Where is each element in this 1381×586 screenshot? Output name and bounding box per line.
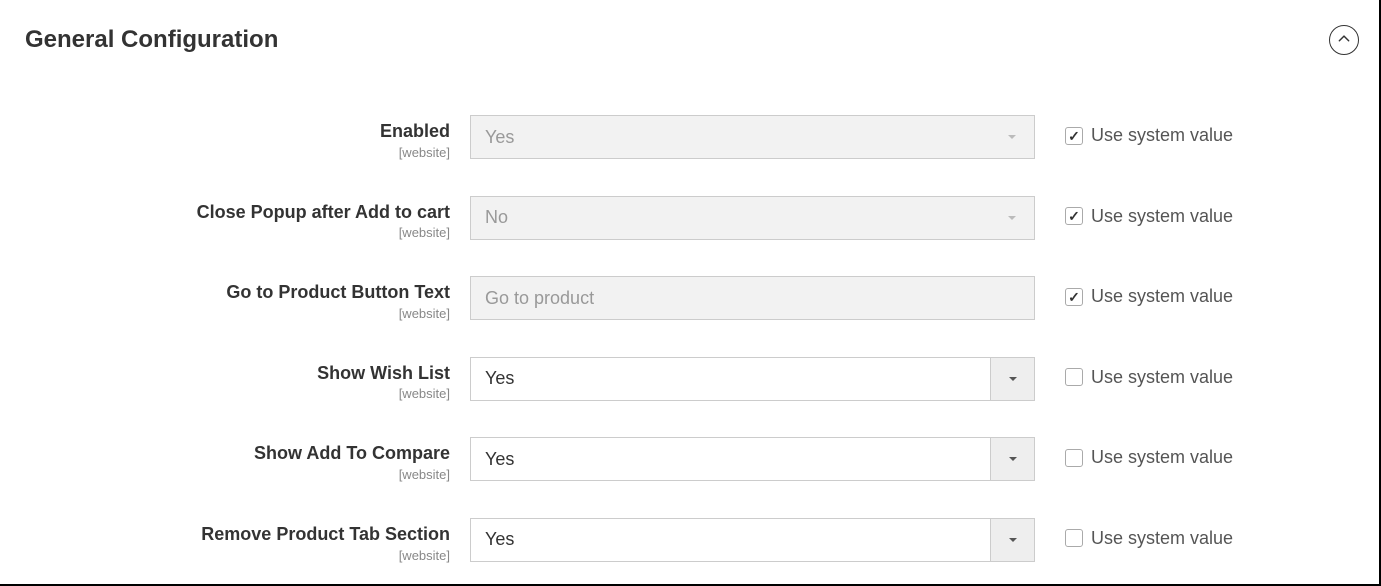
- section-title: General Configuration: [25, 26, 278, 54]
- use-system-value-label[interactable]: Use system value: [1091, 447, 1233, 468]
- collapse-toggle-button[interactable]: [1329, 25, 1359, 55]
- field-label-col: Go to Product Button Text [website]: [25, 276, 470, 321]
- form-row-show-wish-list: Show Wish List[website]YesUse system val…: [25, 357, 1359, 402]
- field-scope: [website]: [25, 386, 450, 401]
- field-label-col: Enabled [website]: [25, 115, 470, 160]
- show-wish-list-select[interactable]: Yes: [470, 357, 1035, 401]
- field-scope: [website]: [25, 467, 450, 482]
- field-label-col: Show Wish List[website]: [25, 357, 470, 402]
- use-system-value-wrap: Use system value: [1035, 518, 1233, 549]
- use-system-value-wrap: Use system value: [1035, 196, 1233, 227]
- enabled-select: Yes: [470, 115, 1035, 159]
- use-system-value-wrap: Use system value: [1035, 276, 1233, 307]
- chevron-down-icon: [990, 116, 1034, 158]
- field-label-col: Close Popup after Add to cart[website]: [25, 196, 470, 241]
- remove-product-tab-section-select[interactable]: Yes: [470, 518, 1035, 562]
- field-input-col: Yes: [470, 518, 1035, 562]
- field-scope: [website]: [25, 225, 450, 240]
- use-system-value-wrap: Use system value: [1035, 437, 1233, 468]
- field-label-col: Remove Product Tab Section [website]: [25, 518, 470, 563]
- field-label: Remove Product Tab Section: [25, 524, 450, 546]
- use-system-value-label[interactable]: Use system value: [1091, 528, 1233, 549]
- form-row-enabled: Enabled [website] Yes Use system value: [25, 115, 1359, 160]
- field-label: Show Wish List: [25, 363, 450, 385]
- use-system-value-checkbox[interactable]: [1065, 207, 1083, 225]
- section-header: General Configuration: [25, 25, 1359, 55]
- use-system-value-label[interactable]: Use system value: [1091, 367, 1233, 388]
- go-to-product-button-text-input: [470, 276, 1035, 320]
- use-system-value-label[interactable]: Use system value: [1091, 125, 1233, 146]
- field-label: Go to Product Button Text: [25, 282, 450, 304]
- use-system-value-label[interactable]: Use system value: [1091, 206, 1233, 227]
- field-label: Enabled: [25, 121, 450, 143]
- field-label: Show Add To Compare: [25, 443, 450, 465]
- select-value: Yes: [471, 449, 990, 470]
- show-add-to-compare-select[interactable]: Yes: [470, 437, 1035, 481]
- select-value: Yes: [471, 127, 990, 148]
- form-row-close-popup-after-add-to-cart: Close Popup after Add to cart[website]No…: [25, 196, 1359, 241]
- use-system-value-checkbox[interactable]: [1065, 449, 1083, 467]
- field-input-col: [470, 276, 1035, 320]
- use-system-value-wrap: Use system value: [1035, 115, 1233, 146]
- use-system-value-checkbox[interactable]: [1065, 288, 1083, 306]
- select-value: Yes: [471, 529, 990, 550]
- chevron-down-icon: [990, 438, 1034, 480]
- chevron-down-icon: [990, 358, 1034, 400]
- use-system-value-checkbox[interactable]: [1065, 368, 1083, 386]
- form-row-remove-product-tab-section: Remove Product Tab Section [website] Yes Us…: [25, 518, 1359, 563]
- use-system-value-label[interactable]: Use system value: [1091, 286, 1233, 307]
- select-value: Yes: [471, 368, 990, 389]
- field-scope: [website]: [25, 145, 450, 160]
- field-input-col: No: [470, 196, 1035, 240]
- use-system-value-checkbox[interactable]: [1065, 529, 1083, 547]
- field-input-col: Yes: [470, 437, 1035, 481]
- use-system-value-wrap: Use system value: [1035, 357, 1233, 388]
- field-label: Close Popup after Add to cart: [25, 202, 450, 224]
- field-scope: [website]: [25, 548, 450, 563]
- close-popup-after-add-to-cart-select: No: [470, 196, 1035, 240]
- form-rows: Enabled [website] Yes Use system value Close…: [25, 115, 1359, 563]
- field-label-col: Show Add To Compare [website]: [25, 437, 470, 482]
- chevron-down-icon: [990, 519, 1034, 561]
- field-input-col: Yes: [470, 357, 1035, 401]
- chevron-down-icon: [990, 197, 1034, 239]
- chevron-up-icon: [1337, 32, 1351, 49]
- select-value: No: [471, 207, 990, 228]
- field-scope: [website]: [25, 306, 450, 321]
- field-input-col: Yes: [470, 115, 1035, 159]
- use-system-value-checkbox[interactable]: [1065, 127, 1083, 145]
- form-row-show-add-to-compare: Show Add To Compare [website] Yes Use syste…: [25, 437, 1359, 482]
- form-row-go-to-product-button-text: Go to Product Button Text [website] Use sy…: [25, 276, 1359, 321]
